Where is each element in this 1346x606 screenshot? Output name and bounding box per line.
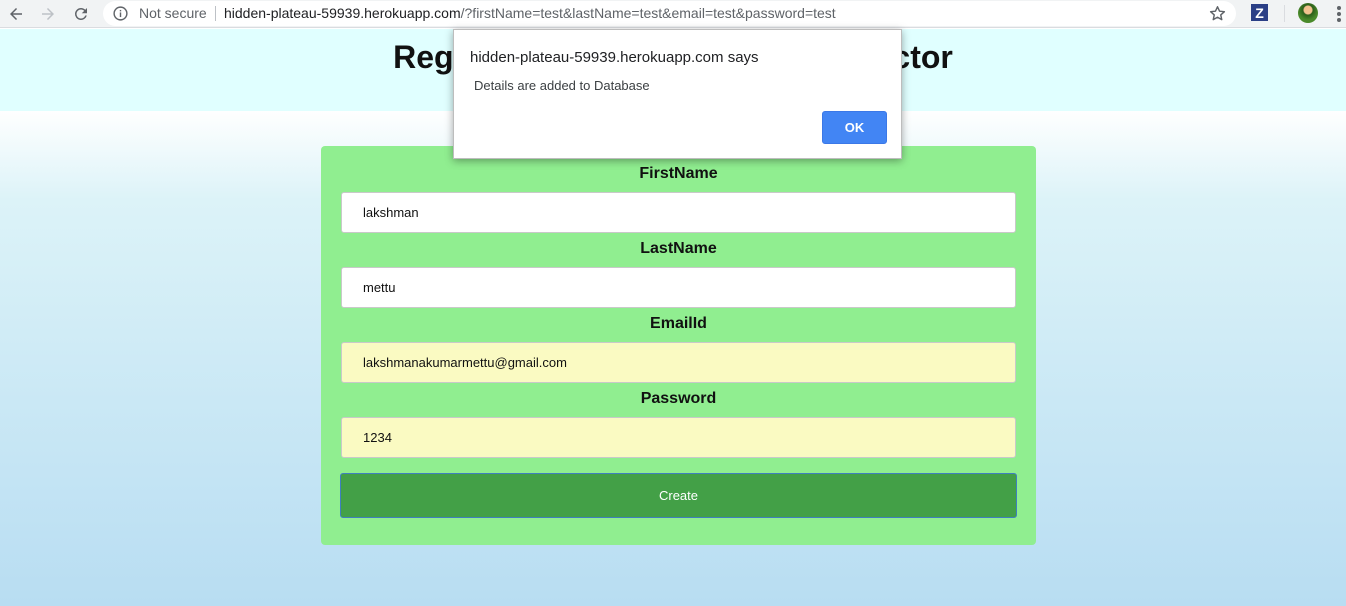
url-host: hidden-plateau-59939.herokuapp.com xyxy=(224,5,461,21)
firstname-input[interactable] xyxy=(341,192,1016,233)
url-text[interactable]: hidden-plateau-59939.herokuapp.com/?firs… xyxy=(224,5,836,21)
url-path: /?firstName=test&lastName=test&email=tes… xyxy=(460,5,836,21)
alert-dialog: hidden-plateau-59939.herokuapp.com says … xyxy=(453,29,902,159)
profile-avatar[interactable] xyxy=(1298,3,1318,23)
email-label: EmailId xyxy=(650,315,707,332)
reload-icon[interactable] xyxy=(69,2,93,26)
back-arrow-icon[interactable] xyxy=(4,2,28,26)
alert-title: hidden-plateau-59939.herokuapp.com says xyxy=(470,49,759,66)
star-icon[interactable] xyxy=(1208,4,1227,23)
firstname-label: FirstName xyxy=(639,165,718,182)
lastname-label: LastName xyxy=(640,240,717,257)
password-label: Password xyxy=(640,390,717,407)
toolbar-divider xyxy=(1284,5,1285,22)
omnibox-divider xyxy=(215,6,216,21)
forward-arrow-icon[interactable] xyxy=(36,2,60,26)
create-button[interactable]: Create xyxy=(340,473,1017,518)
page-title-left: Reg xyxy=(393,39,454,75)
extension-z-icon[interactable]: Z xyxy=(1251,4,1268,21)
browser-toolbar: Not secure hidden-plateau-59939.herokuap… xyxy=(0,0,1346,28)
info-icon[interactable] xyxy=(112,5,129,22)
alert-ok-button[interactable]: OK xyxy=(822,111,887,144)
security-label[interactable]: Not secure xyxy=(139,5,207,21)
password-input[interactable] xyxy=(341,417,1016,458)
email-input[interactable] xyxy=(341,342,1016,383)
menu-dots-icon[interactable] xyxy=(1332,5,1346,23)
alert-message: Details are added to Database xyxy=(474,78,650,93)
address-bar[interactable]: Not secure hidden-plateau-59939.herokuap… xyxy=(103,1,1236,26)
lastname-input[interactable] xyxy=(341,267,1016,308)
registration-form: FirstName LastName EmailId Password Crea… xyxy=(321,146,1036,545)
